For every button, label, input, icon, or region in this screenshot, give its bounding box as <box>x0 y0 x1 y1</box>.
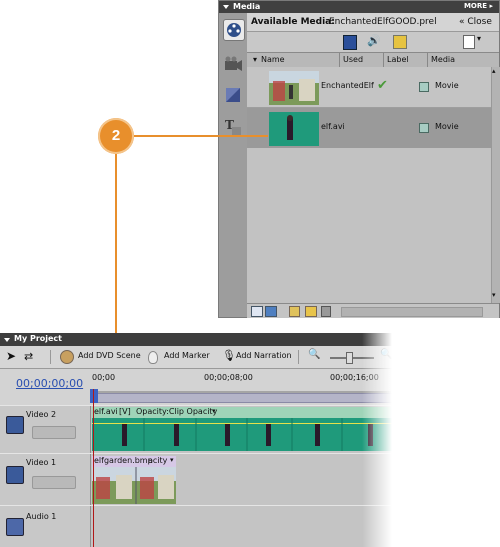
zoom-out-icon[interactable]: 🔍 <box>308 349 320 360</box>
clip-name: elf.avi <box>94 407 118 416</box>
keyframe-controls[interactable] <box>32 476 76 489</box>
playhead-handle[interactable] <box>90 389 98 403</box>
timeline-ruler-area: 00;00;00;00 00;00 00;00;08;00 00;00;16;0… <box>0 369 392 405</box>
ruler-label-start: 00;00 <box>92 373 116 382</box>
project-toolbar: ➤ ⇄ Add DVD Scene Add Marker 🎙 Add Narra… <box>0 346 392 369</box>
track-name: Video 2 <box>26 410 57 419</box>
zoom-slider-thumb[interactable] <box>346 352 353 364</box>
collapse-triangle-icon[interactable] <box>4 338 10 342</box>
dvd-icon[interactable] <box>60 350 74 364</box>
chevron-down-icon[interactable]: ▾ <box>212 407 216 415</box>
track-name: Audio 1 <box>26 512 57 521</box>
track-header: Audio 1 <box>0 506 91 547</box>
clip-name: elfgarden.bmp <box>94 456 153 465</box>
keyframe-controls[interactable] <box>32 426 76 439</box>
time-stretch-icon[interactable]: ⇄ <box>24 350 33 363</box>
fade-overlay <box>362 333 392 547</box>
track-name: Video 1 <box>26 458 57 467</box>
clip-frames <box>92 467 176 504</box>
marker-icon[interactable] <box>148 351 158 364</box>
track-header: Video 1 <box>0 454 91 506</box>
ruler-label-8s: 00;00;08;00 <box>204 373 253 382</box>
chevron-down-icon[interactable]: ▾ <box>170 456 174 464</box>
project-title: My Project <box>14 334 62 343</box>
track-header: Video 2 <box>0 406 91 454</box>
clip-effect[interactable]: acity <box>148 456 167 465</box>
speaker-icon[interactable] <box>6 518 24 536</box>
project-title-bar: My Project <box>0 333 392 346</box>
clip-effect[interactable]: Opacity:Clip Opacity <box>136 407 217 416</box>
add-dvd-scene-button[interactable]: Add DVD Scene <box>78 351 141 360</box>
selection-tool-icon[interactable]: ➤ <box>6 349 16 363</box>
playhead-line <box>93 389 94 547</box>
add-marker-button[interactable]: Add Marker <box>164 351 210 360</box>
project-panel: My Project ➤ ⇄ Add DVD Scene Add Marker … <box>0 333 392 547</box>
film-strip-icon[interactable] <box>6 466 24 484</box>
track-audio-1: Audio 1 <box>0 505 392 547</box>
clip-frames <box>122 418 373 451</box>
image-clip-elfgarden[interactable]: elfgarden.bmp acity ▾ <box>92 456 176 504</box>
microphone-icon[interactable]: 🎙 <box>222 349 236 362</box>
ruler-ticks <box>90 391 392 393</box>
video-clip-elf[interactable]: elf.avi [V] Opacity:Clip Opacity ▾ <box>92 407 392 451</box>
film-strip-icon[interactable] <box>6 416 24 434</box>
track-video-1: Video 1 elfgarden.bmp acity ▾ <box>0 453 392 507</box>
callout-number: 2 <box>98 118 134 154</box>
add-narration-button[interactable]: Add Narration <box>236 351 292 360</box>
track-video-2: Video 2 elf.avi [V] Opacity:Clip Opacity… <box>0 405 392 455</box>
clip-tag: [V] <box>119 407 131 416</box>
work-area-bar[interactable] <box>90 393 392 403</box>
current-timecode[interactable]: 00;00;00;00 <box>16 377 83 390</box>
